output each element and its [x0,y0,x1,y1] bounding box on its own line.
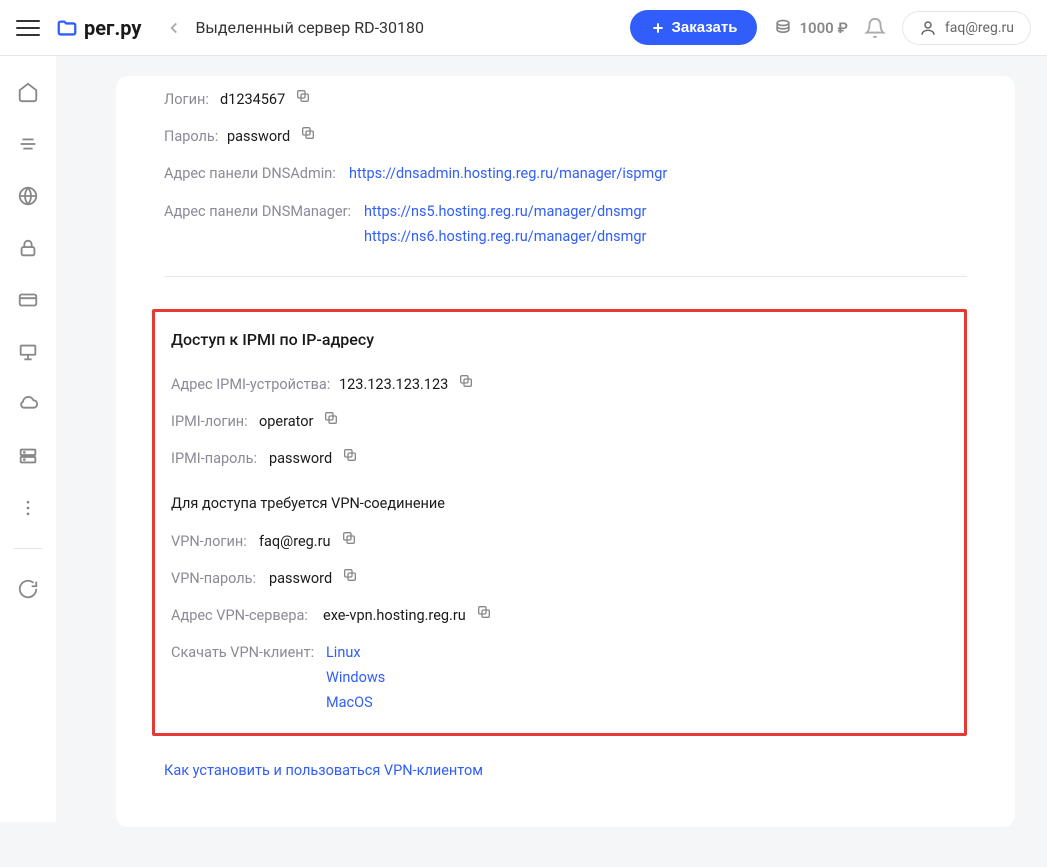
user-menu[interactable]: faq@reg.ru [902,11,1031,45]
vpn-help-link[interactable]: Как установить и пользоваться VPN-клиент… [164,762,483,779]
sidebar-separator [14,548,42,549]
dnsmanager-link-2[interactable]: https://ns6.hosting.reg.ru/manager/dnsmg… [364,225,646,248]
vpn-login-row: VPN-логин: faq@reg.ru [171,530,948,553]
dnsadmin-row: Адрес панели DNSAdmin: https://dnsadmin.… [164,162,967,185]
ipmi-addr-label: Адрес IPMI-устройства: [171,373,339,396]
topbar: рег.ру Выделенный сервер RD-30180 Заказа… [0,0,1047,56]
password-label: Пароль: [164,125,227,148]
ipmi-login-row: IPMI-логин: operator [171,410,948,433]
page-title: Выделенный сервер RD-30180 [195,18,629,37]
sidebar-list[interactable] [16,132,40,156]
dnsadmin-link[interactable]: https://dnsadmin.hosting.reg.ru/manager/… [349,162,667,185]
login-value: d1234567 [220,88,285,111]
balance[interactable]: 1000 ₽ [773,18,847,38]
vpn-server-row: Адрес VPN-сервера: exe-vpn.hosting.reg.r… [171,604,948,627]
dnsmanager-link-1[interactable]: https://ns5.hosting.reg.ru/manager/dnsmg… [364,200,646,223]
sidebar-home[interactable] [16,80,40,104]
copy-icon[interactable] [300,125,316,141]
coins-icon [773,18,793,38]
vpn-client-label: Скачать VPN-клиент: [171,641,326,664]
sidebar-card[interactable] [16,288,40,312]
password-value: password [227,125,290,148]
sidebar [0,56,56,822]
vpn-client-macos[interactable]: MacOS [326,691,385,714]
ipmi-section: Доступ к IPMI по IP-адресу Адрес IPMI-ус… [152,309,967,736]
copy-icon[interactable] [476,604,492,620]
vpn-password-row: VPN-пароль: password [171,567,948,590]
user-icon [919,19,937,37]
vpn-client-linux[interactable]: Linux [326,641,385,664]
balance-amount: 1000 ₽ [799,19,847,37]
sidebar-cloud[interactable] [16,392,40,416]
login-row: Логин: d1234567 [164,88,967,111]
vpn-password-label: VPN-пароль: [171,567,269,590]
vpn-login-value: faq@reg.ru [259,530,331,553]
vpn-server-value: exe-vpn.hosting.reg.ru [323,604,466,627]
sidebar-more[interactable] [16,496,40,520]
user-email: faq@reg.ru [945,20,1014,36]
ipmi-title: Доступ к IPMI по IP-адресу [171,330,948,349]
vpn-server-label: Адрес VPN-сервера: [171,604,323,627]
copy-icon[interactable] [295,88,311,104]
dnsmanager-label: Адрес панели DNSManager: [164,200,364,223]
copy-icon[interactable] [323,410,339,426]
copy-icon[interactable] [458,373,474,389]
vpn-password-value: password [269,567,332,590]
ipmi-login-value: operator [259,410,313,433]
vpn-client-row: Скачать VPN-клиент: Linux Windows MacOS [171,641,948,715]
order-label: Заказать [672,19,738,36]
back-button[interactable] [165,19,183,37]
sidebar-lock[interactable] [16,236,40,260]
sidebar-server[interactable] [16,340,40,364]
sidebar-globe[interactable] [16,184,40,208]
ipmi-password-value: password [269,447,332,470]
vpn-note: Для доступа требуется VPN-соединение [171,495,948,512]
sidebar-storage[interactable] [16,444,40,468]
logo-text: рег.ру [84,16,141,40]
sidebar-refresh[interactable] [16,577,40,601]
logo[interactable]: рег.ру [56,16,141,40]
divider [164,276,967,277]
ipmi-password-label: IPMI-пароль: [171,447,269,470]
menu-toggle[interactable] [16,16,40,40]
order-button[interactable]: Заказать [630,10,758,45]
dnsmanager-row: Адрес панели DNSManager: https://ns5.hos… [164,200,967,248]
notifications-icon[interactable] [864,17,886,39]
copy-icon[interactable] [342,567,358,583]
main-content: Логин: d1234567 Пароль: password Адрес п… [56,56,1047,867]
dnsmanager-links: https://ns5.hosting.reg.ru/manager/dnsmg… [364,200,646,248]
info-card: Логин: d1234567 Пароль: password Адрес п… [116,76,1015,827]
login-label: Логин: [164,88,220,111]
ipmi-login-label: IPMI-логин: [171,410,259,433]
dnsadmin-label: Адрес панели DNSAdmin: [164,162,349,185]
folder-icon [56,17,78,39]
copy-icon[interactable] [341,530,357,546]
vpn-login-label: VPN-логин: [171,530,259,553]
ipmi-password-row: IPMI-пароль: password [171,447,948,470]
ipmi-addr-value: 123.123.123.123 [339,373,448,396]
vpn-client-windows[interactable]: Windows [326,666,385,689]
ipmi-addr-row: Адрес IPMI-устройства: 123.123.123.123 [171,373,948,396]
copy-icon[interactable] [342,447,358,463]
vpn-client-links: Linux Windows MacOS [326,641,385,715]
password-row: Пароль: password [164,125,967,148]
